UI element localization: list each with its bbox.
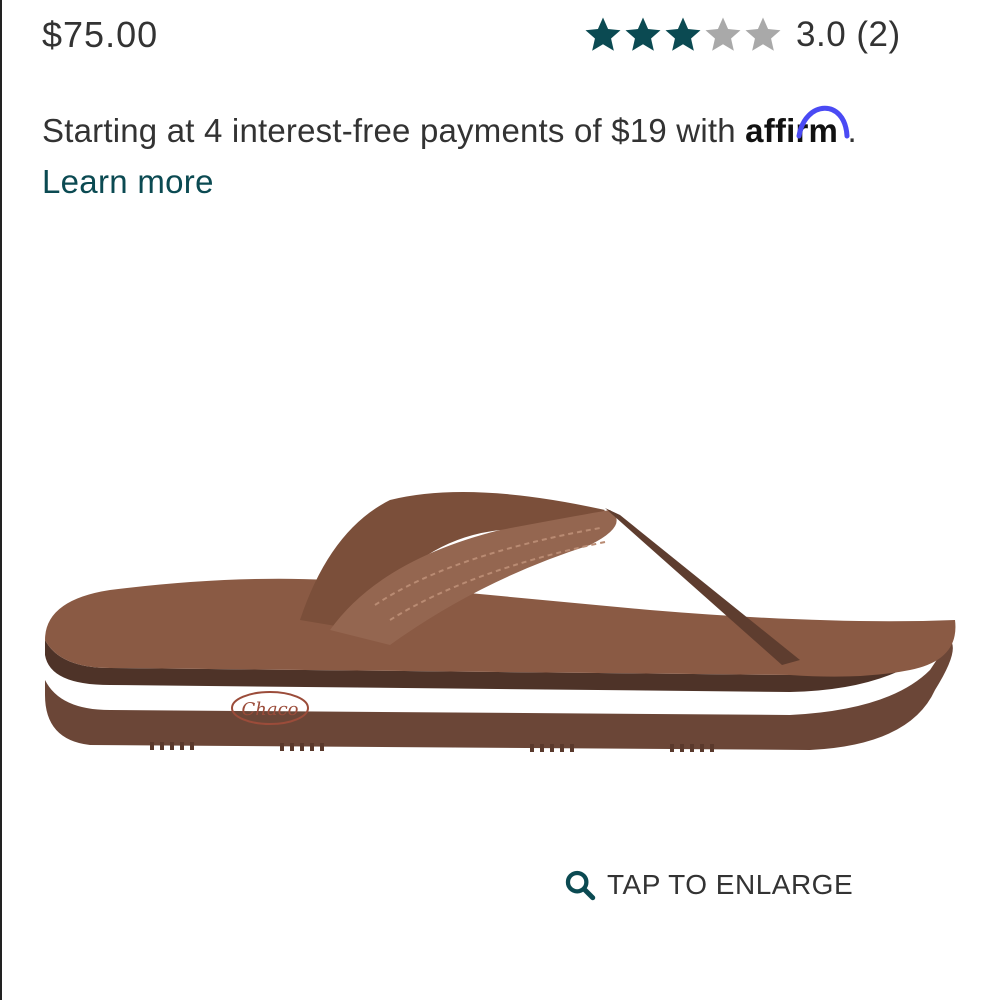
product-image[interactable]: Chaco [30, 470, 970, 770]
rating-summary[interactable]: 3.0 (2) [582, 14, 901, 56]
left-border [0, 0, 2, 1000]
magnifier-icon [565, 870, 596, 901]
affirm-logo: affirm [745, 105, 850, 149]
star-icon [665, 17, 701, 51]
star-empty-icon [745, 17, 781, 51]
star-empty-icon [705, 17, 741, 51]
product-price: $75.00 [42, 14, 159, 55]
affirm-arc-icon [796, 105, 850, 139]
rating-text: 3.0 (2) [796, 15, 901, 54]
financing-message: Starting at 4 interest-free payments of … [42, 105, 857, 150]
product-logo-text: Chaco [241, 699, 298, 720]
learn-more-link[interactable]: Learn more [42, 163, 214, 201]
tap-to-enlarge-button[interactable]: TAP TO ENLARGE [563, 868, 853, 902]
star-icon [625, 17, 661, 51]
star-icon [585, 17, 621, 51]
financing-text: Starting at 4 interest-free payments of … [42, 112, 736, 149]
enlarge-label: TAP TO ENLARGE [607, 869, 854, 900]
